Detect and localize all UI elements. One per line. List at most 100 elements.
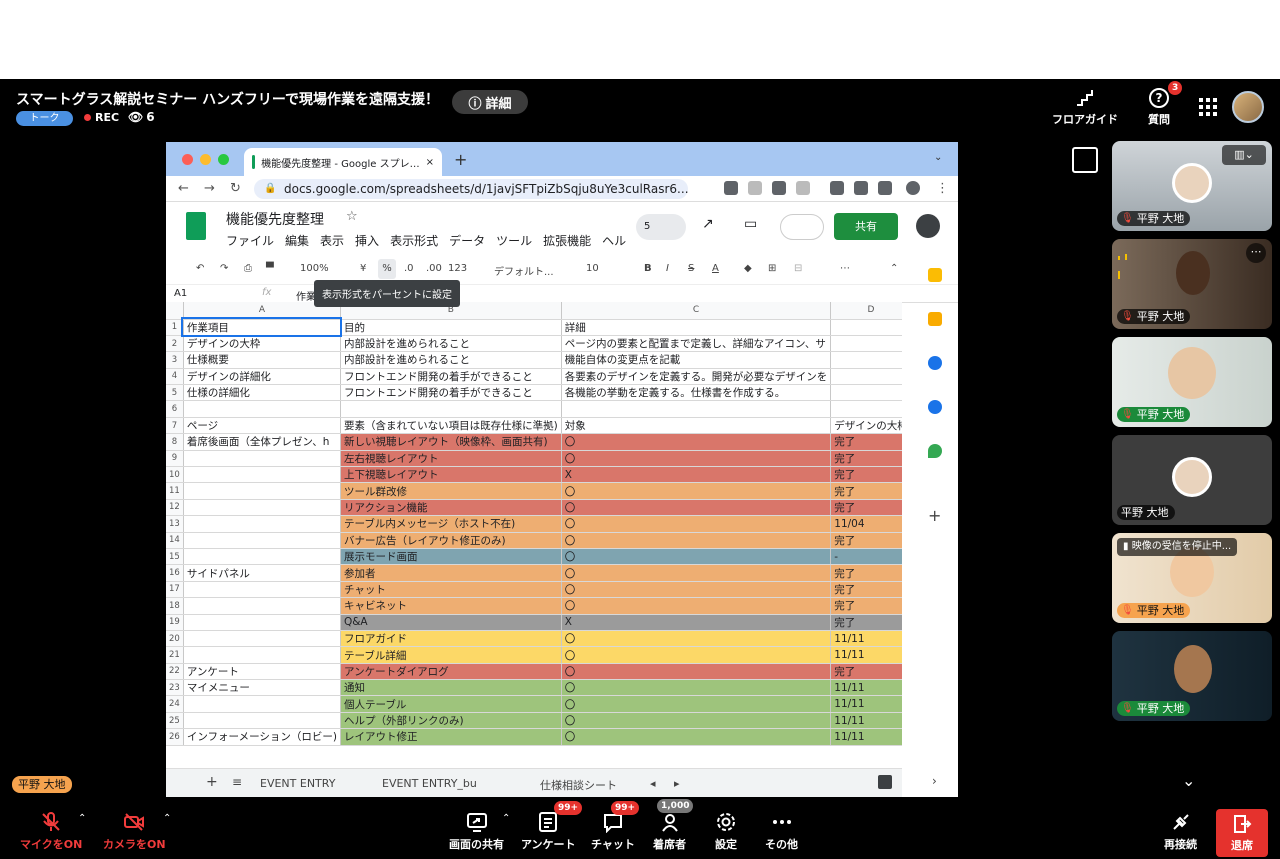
reconnect-button[interactable]: 再接続 [1164, 811, 1197, 852]
cell-a[interactable] [183, 400, 341, 418]
row-number[interactable]: 25 [166, 712, 184, 730]
cell-d[interactable]: 11/11 [830, 679, 902, 697]
kebab-menu-icon[interactable]: ⋮ [936, 181, 949, 196]
cell-d[interactable] [830, 384, 902, 402]
cell-d[interactable]: 11/11 [830, 728, 902, 746]
sheet-tab[interactable]: EVENT ENTRY [260, 777, 335, 790]
formula-input[interactable]: 作業 [296, 288, 316, 303]
cell-a[interactable]: アンケート [183, 663, 341, 681]
cell-d[interactable]: 11/11 [830, 695, 902, 713]
cell-c[interactable]: 〇 [561, 728, 832, 746]
cell-a[interactable]: ページ [183, 417, 341, 435]
cell-a[interactable] [183, 597, 341, 615]
row-number[interactable]: 17 [166, 581, 184, 599]
screen-share-button[interactable]: 画面の共有 [449, 811, 504, 852]
cell-c[interactable]: X [561, 614, 832, 631]
cell-a[interactable]: デザインの詳細化 [183, 368, 341, 386]
layout-switch-icon[interactable]: ▥⌄ [1222, 145, 1266, 165]
cell-b[interactable]: テーブル詳細 [340, 646, 562, 664]
cell-d[interactable]: 11/11 [830, 712, 902, 730]
cell-c[interactable]: 詳細 [561, 319, 832, 336]
participant-tile[interactable]: ▥⌄ 🎙 平野 大地 [1112, 141, 1272, 231]
text-color-icon[interactable]: A [712, 263, 719, 274]
puzzle-icon[interactable] [830, 181, 844, 195]
menu-tools[interactable]: ツール [496, 232, 532, 249]
cell-a[interactable] [183, 614, 341, 631]
cell-c[interactable]: 〇 [561, 564, 832, 582]
row-number[interactable]: 22 [166, 663, 184, 681]
cell-a[interactable]: 着席後画面（全体プレゼン、h [183, 433, 341, 451]
attendees-button[interactable]: 着席者 1,000 [653, 799, 694, 852]
cell-b[interactable]: ヘルプ（外部リンクのみ) [340, 712, 562, 730]
menu-help[interactable]: ヘル [602, 232, 626, 249]
row-number[interactable]: 24 [166, 695, 184, 713]
forward-icon[interactable]: → [204, 181, 215, 196]
minimize-window-icon[interactable] [200, 154, 211, 165]
cell-a[interactable]: デザインの大枠 [183, 335, 341, 353]
cell-a[interactable] [183, 450, 341, 468]
tasks-icon[interactable] [928, 356, 942, 370]
mic-button[interactable]: マイクをON [20, 811, 82, 852]
cell-a[interactable] [183, 466, 341, 484]
maps-icon[interactable] [928, 444, 942, 458]
cell-c[interactable]: 〇 [561, 499, 832, 517]
increase-decimal-button[interactable]: .00 [426, 263, 442, 274]
cell-d[interactable]: 完了 [830, 499, 902, 517]
mic-options-icon[interactable]: ⌃ [78, 813, 86, 824]
chevron-down-icon[interactable]: ⌄ [1182, 771, 1195, 790]
row-number[interactable]: 14 [166, 532, 184, 549]
chevron-down-icon[interactable]: ⌄ [934, 152, 942, 163]
cell-d[interactable]: 11/04 [830, 515, 902, 533]
cell-c[interactable]: ページ内の要素と配置まで定義し、詳細なアイコン、サ [561, 335, 832, 353]
calendar-icon[interactable] [928, 268, 942, 282]
prev-sheet-icon[interactable]: ◂ [650, 777, 656, 790]
cell-b[interactable] [340, 400, 562, 418]
cell-b[interactable]: 左右視聴レイアウト [340, 450, 562, 468]
undo-icon[interactable]: ↶ [196, 263, 204, 274]
menu-edit[interactable]: 編集 [285, 232, 309, 249]
redo-icon[interactable]: ↷ [220, 263, 228, 274]
cell-a[interactable] [183, 532, 341, 549]
cell-a[interactable] [183, 630, 341, 648]
cell-b[interactable]: 展示モード画面 [340, 548, 562, 566]
cell-c[interactable]: 〇 [561, 581, 832, 599]
cell-a[interactable]: サイドパネル [183, 564, 341, 582]
cell-d[interactable]: 11/11 [830, 646, 902, 664]
cell-d[interactable]: 完了 [830, 581, 902, 599]
cell-a[interactable]: 仕様の詳細化 [183, 384, 341, 402]
cell-a[interactable] [183, 482, 341, 500]
settings-button[interactable]: 設定 [715, 811, 737, 852]
cell-a[interactable]: マイメニュー [183, 679, 341, 697]
cell-b[interactable]: アンケートダイアログ [340, 663, 562, 681]
close-window-icon[interactable] [182, 154, 193, 165]
bold-icon[interactable]: B [644, 263, 652, 274]
cell-a[interactable]: 仕様概要 [183, 351, 341, 369]
participant-tile[interactable]: 🎙 平野 大地 [1112, 631, 1272, 721]
sheet-tab[interactable]: 仕様相談シート [540, 777, 617, 793]
cell-d[interactable]: 11/11 [830, 630, 902, 648]
collaborators-chip[interactable]: 5 [636, 214, 686, 240]
close-tab-icon[interactable]: × [426, 157, 434, 168]
cell-b[interactable]: フロントエンド開発の着手ができること [340, 368, 562, 386]
cell-c[interactable]: 〇 [561, 515, 832, 533]
merge-icon[interactable]: ⊟ [794, 263, 802, 274]
cell-d[interactable] [830, 335, 902, 353]
cell-c[interactable]: 対象 [561, 417, 832, 435]
participant-tile[interactable]: 平野 大地 [1112, 435, 1272, 525]
cell-c[interactable]: 〇 [561, 597, 832, 615]
cell-d[interactable]: 完了 [830, 663, 902, 681]
row-number[interactable]: 19 [166, 614, 184, 631]
cell-b[interactable]: 新しい視聴レイアウト（映像枠、画面共有) [340, 433, 562, 451]
add-sheet-icon[interactable]: + [206, 774, 218, 790]
next-sheet-icon[interactable]: ▸ [674, 777, 680, 790]
cell-d[interactable]: 完了 [830, 450, 902, 468]
doc-title[interactable]: 機能優先度整理 [226, 209, 324, 229]
decrease-decimal-button[interactable]: .0 [404, 263, 414, 274]
row-number[interactable]: 1 [166, 319, 184, 336]
strikethrough-icon[interactable]: S [688, 263, 694, 274]
cell-c[interactable]: 〇 [561, 663, 832, 681]
more-icon[interactable]: ⋯ [1246, 243, 1266, 263]
back-icon[interactable]: ← [178, 181, 189, 196]
media-icon[interactable] [854, 181, 868, 195]
cell-d[interactable] [830, 319, 902, 336]
